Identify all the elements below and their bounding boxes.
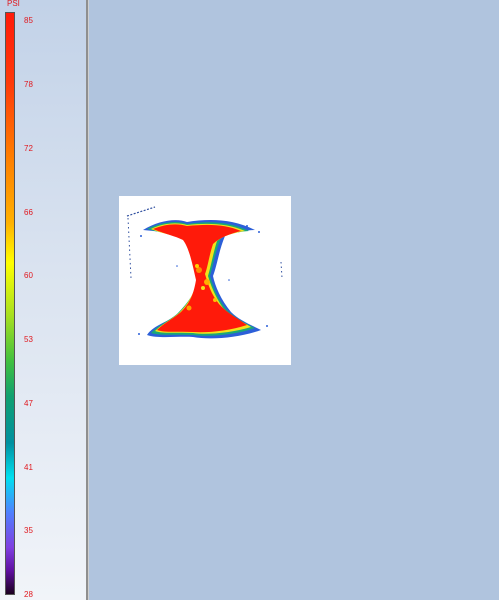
legend-tick-60: 60 — [24, 271, 33, 280]
pressure-footprint-graphic — [126, 206, 283, 339]
legend-tick-47: 47 — [24, 399, 33, 408]
unit-label: PSI — [7, 0, 20, 8]
pressure-color-scale — [5, 12, 15, 595]
legend-tick-35: 35 — [24, 526, 33, 535]
legend-tick-28: 28 — [24, 590, 33, 599]
legend-tick-72: 72 — [24, 144, 33, 153]
legend-tick-85: 85 — [24, 16, 33, 25]
legend-tick-66: 66 — [24, 208, 33, 217]
legend-tick-78: 78 — [24, 80, 33, 89]
panel-splitter[interactable] — [86, 0, 89, 600]
pressure-legend-panel: PSI 85 78 72 66 60 53 47 41 35 28 — [0, 0, 86, 600]
pressure-map-image[interactable] — [119, 196, 291, 365]
legend-tick-41: 41 — [24, 463, 33, 472]
legend-tick-53: 53 — [24, 335, 33, 344]
